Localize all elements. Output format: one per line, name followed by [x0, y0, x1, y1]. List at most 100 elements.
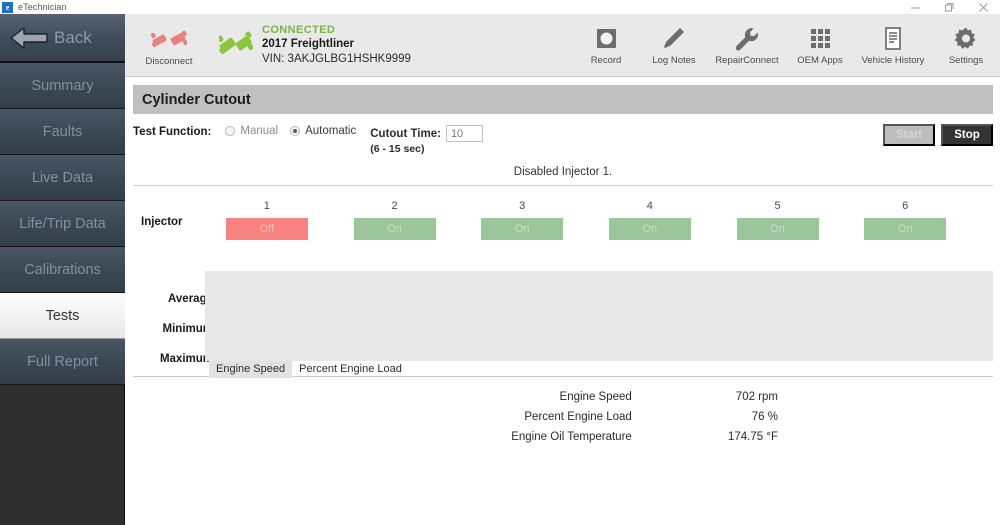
restore-icon[interactable] — [932, 0, 966, 14]
injector-number: 2 — [391, 200, 398, 212]
injector-section: Injector 1 Off 2 On 3 On 4 On 5 On 6 On — [133, 186, 993, 271]
pencil-icon — [664, 28, 684, 48]
disconnected-plug-icon — [151, 30, 187, 48]
vehicle-history-button[interactable]: Vehicle History — [854, 14, 932, 66]
radio-manual[interactable]: Manual — [225, 125, 278, 137]
sidebar-item-live-data[interactable]: Live Data — [0, 155, 125, 201]
radio-automatic-dot — [290, 126, 301, 136]
log-notes-button[interactable]: Log Notes — [640, 14, 708, 66]
stats-chart-section: Average Minimum Maximum Engine Speed Per… — [133, 271, 993, 378]
toolbar-actions: Record Log Notes RepairConnect OEM Apps … — [572, 14, 1000, 66]
stats-labels: Average Minimum Maximum — [141, 271, 213, 374]
injector-number: 6 — [902, 200, 909, 212]
test-controls: Test Function: Manual Automatic Cutout T… — [133, 122, 993, 158]
injector-toggle-5[interactable]: On — [736, 218, 819, 240]
close-icon[interactable] — [966, 0, 1000, 14]
injector-toggle-3[interactable]: On — [481, 218, 564, 240]
cutout-time-block: Cutout Time: (6 - 15 sec) — [370, 125, 483, 155]
vehicle-history-label: Vehicle History — [861, 55, 925, 66]
readout-value: 702 rpm — [735, 391, 778, 403]
readout-name: Percent Engine Load — [524, 411, 632, 423]
sidebar-item-label: Summary — [31, 77, 94, 94]
settings-label: Settings — [948, 55, 984, 66]
readout-value: 174.75 °F — [727, 431, 778, 443]
grid-apps-icon — [811, 29, 830, 48]
sidebar-item-summary[interactable]: Summary — [0, 63, 125, 109]
chart-plot-area — [205, 271, 993, 361]
readout-name: Engine Oil Temperature — [511, 431, 632, 443]
cutout-time-input[interactable] — [445, 125, 483, 142]
radio-manual-dot — [225, 126, 236, 136]
table-row: Engine Speed 702 rpm — [133, 387, 993, 407]
injector-number: 5 — [774, 200, 781, 212]
injector-toggle-4[interactable]: On — [608, 218, 691, 240]
gear-icon — [954, 27, 976, 49]
back-button[interactable]: Back — [0, 14, 125, 63]
injector-cell-5: 5 On — [714, 200, 842, 240]
radio-manual-label: Manual — [240, 125, 279, 137]
back-label: Back — [54, 27, 92, 47]
top-toolbar: Disconnect CONNECTED 2017 Freightliner V… — [125, 14, 1000, 77]
test-action-buttons: Start Stop — [883, 124, 993, 146]
sidebar-item-faults[interactable]: Faults — [0, 109, 125, 155]
record-button[interactable]: Record — [572, 14, 640, 66]
cutout-time-label: Cutout Time: — [370, 127, 441, 140]
status-message: Disabled Injector 1. — [133, 158, 993, 186]
window-controls — [898, 0, 1000, 14]
stop-button[interactable]: Stop — [941, 124, 993, 146]
vehicle-vin: VIN: 3AKJGLBG1HSHK9999 — [262, 52, 411, 65]
settings-button[interactable]: Settings — [932, 14, 1000, 66]
vehicle-name: 2017 Freightliner — [262, 38, 355, 51]
injector-toggle-6[interactable]: On — [864, 218, 947, 240]
page-title: Cylinder Cutout — [133, 85, 993, 114]
chart-tabs: Engine Speed Percent Engine Load — [209, 361, 409, 378]
cutout-time-range: (6 - 15 sec) — [370, 143, 425, 155]
sidebar-item-life-trip-data[interactable]: Life/Trip Data — [0, 201, 125, 247]
tab-engine-speed[interactable]: Engine Speed — [209, 361, 293, 378]
sidebar-item-label: Faults — [42, 123, 83, 140]
window-titlebar: e eTechnician — [0, 0, 1000, 14]
repairconnect-button[interactable]: RepairConnect — [708, 14, 786, 66]
sidebar-item-label: Calibrations — [24, 261, 101, 278]
table-row: Percent Engine Load 76 % — [133, 407, 993, 427]
injector-cell-1: 1 Off — [203, 200, 331, 240]
injector-cell-6: 6 On — [841, 200, 969, 240]
connected-plug-icon — [219, 31, 253, 54]
injector-row-label: Injector — [141, 216, 183, 228]
sidebar: Back Summary Faults Live Data Life/Trip … — [0, 14, 125, 525]
test-function-label: Test Function: — [133, 126, 212, 138]
readout-table: Engine Speed 702 rpm Percent Engine Load… — [133, 377, 993, 447]
back-arrow-icon — [10, 26, 48, 49]
injector-cell-2: 2 On — [331, 200, 459, 240]
etechnician-window: e eTechnician Back Summary Faults Live D… — [0, 0, 1000, 525]
sidebar-item-full-report[interactable]: Full Report — [0, 339, 125, 385]
e-logo-icon: e — [2, 1, 13, 13]
injector-toggle-1[interactable]: Off — [225, 218, 308, 240]
connection-status: CONNECTED — [262, 24, 336, 36]
injector-cell-4: 4 On — [586, 200, 714, 240]
oem-apps-button[interactable]: OEM Apps — [786, 14, 854, 66]
table-row: Engine Oil Temperature 174.75 °F — [133, 427, 993, 447]
test-function-radio-group: Manual Automatic — [225, 125, 368, 137]
injector-number: 3 — [519, 200, 526, 212]
oem-apps-label: OEM Apps — [797, 55, 843, 66]
injector-toggle-2[interactable]: On — [353, 218, 436, 240]
sidebar-item-calibrations[interactable]: Calibrations — [0, 247, 125, 293]
injector-number: 1 — [263, 200, 270, 212]
injector-cell-3: 3 On — [458, 200, 586, 240]
main-content: Cylinder Cutout Test Function: Manual Au… — [125, 77, 1000, 525]
connection-status-block: CONNECTED 2017 Freightliner VIN: 3AKJGLB… — [219, 14, 411, 67]
radio-automatic[interactable]: Automatic — [290, 125, 356, 137]
radio-automatic-label: Automatic — [305, 125, 357, 137]
minimize-icon[interactable] — [898, 0, 932, 14]
injector-grid: 1 Off 2 On 3 On 4 On 5 On 6 On — [203, 200, 969, 240]
window-title: eTechnician — [18, 2, 67, 12]
start-button[interactable]: Start — [883, 124, 935, 146]
sidebar-item-label: Live Data — [31, 169, 94, 186]
sidebar-item-label: Life/Trip Data — [19, 215, 106, 232]
disconnect-button[interactable]: Disconnect — [125, 14, 213, 67]
sidebar-item-tests[interactable]: Tests — [0, 293, 125, 339]
tab-percent-engine-load[interactable]: Percent Engine Load — [292, 361, 409, 378]
record-label: Record — [590, 55, 622, 66]
document-icon — [885, 27, 901, 50]
